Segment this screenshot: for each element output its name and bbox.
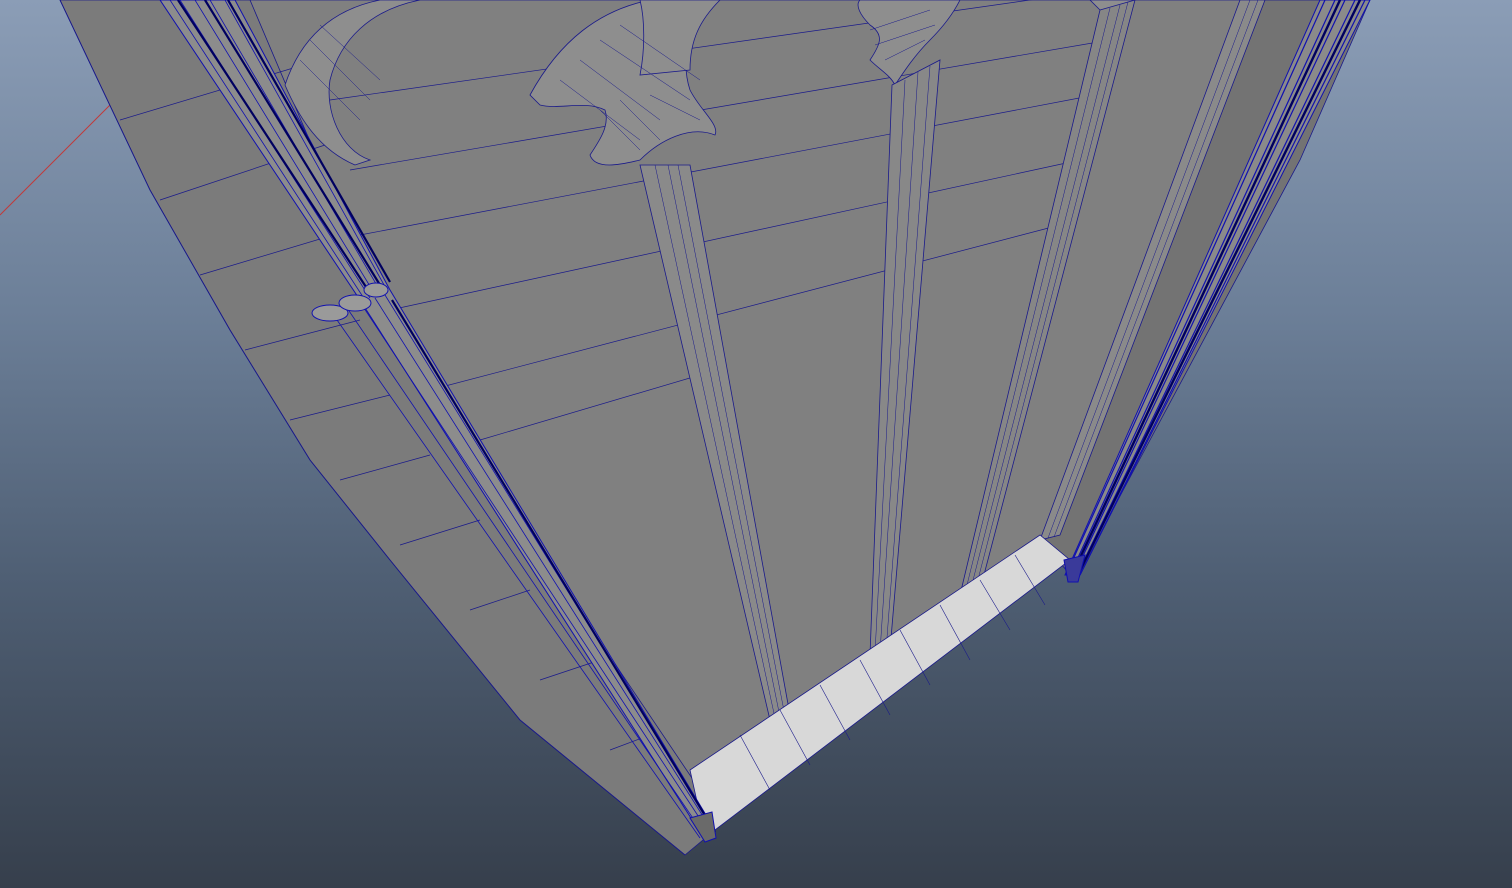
- column-base-right: [1063, 554, 1086, 583]
- viewport-scene[interactable]: [0, 0, 1512, 888]
- maya-3d-viewport[interactable]: [0, 0, 1512, 888]
